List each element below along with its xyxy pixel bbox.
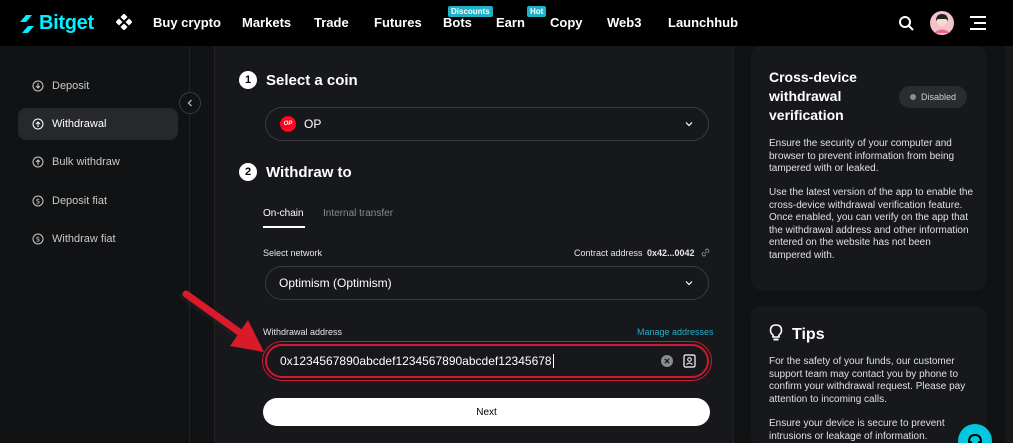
text-cursor xyxy=(552,354,554,368)
red-arrow-annotation xyxy=(179,290,264,352)
svg-text:$: $ xyxy=(36,236,40,244)
sidebar-collapse-button[interactable] xyxy=(179,92,201,114)
nav-futures[interactable]: Futures xyxy=(374,15,422,30)
withdrawal-address-input[interactable]: 0x1234567890abcdef1234567890abcdef123456… xyxy=(265,344,709,378)
withdrawal-icon xyxy=(32,118,44,130)
verification-para-1: Ensure the security of your computer and… xyxy=(769,138,955,174)
nav-markets[interactable]: Markets xyxy=(242,15,291,30)
step-withdraw-to: 2 Withdraw to xyxy=(239,163,352,181)
tips-title: Tips xyxy=(792,326,825,343)
address-book-icon[interactable] xyxy=(683,354,696,368)
logo-text: Bitget xyxy=(39,12,94,34)
svg-text:$: $ xyxy=(36,198,40,206)
sidebar-item-bulk-withdraw[interactable]: Bulk withdraw xyxy=(18,146,178,178)
sidebar-item-withdrawal[interactable]: Withdrawal xyxy=(18,108,178,140)
nav-buy-crypto[interactable]: Buy crypto xyxy=(153,15,221,30)
sidebar-item-label: Withdrawal xyxy=(52,118,107,130)
network-select[interactable]: Optimism (Optimism) xyxy=(265,266,709,300)
active-tab-indicator xyxy=(263,226,305,228)
nav-copy[interactable]: Copy xyxy=(550,15,583,30)
chevron-down-icon xyxy=(685,281,693,286)
nav-bots[interactable]: Bots xyxy=(443,15,472,30)
bulk-withdraw-icon xyxy=(32,156,44,168)
link-icon[interactable] xyxy=(701,248,710,257)
title-line: Cross-device xyxy=(769,69,857,85)
sidebar-item-withdraw-fiat[interactable]: $ Withdraw fiat xyxy=(18,223,178,255)
bitget-logo[interactable]: Bitget xyxy=(18,12,94,35)
bitget-logo-icon xyxy=(20,14,34,33)
sidebar-item-deposit-fiat[interactable]: $ Deposit fiat xyxy=(18,185,178,217)
sidebar-item-label: Withdraw fiat xyxy=(52,233,116,245)
sidebar-item-label: Deposit fiat xyxy=(52,195,108,207)
manage-addresses-link[interactable]: Manage addresses xyxy=(637,327,714,337)
status-text: Disabled xyxy=(920,92,957,102)
step-title: Withdraw to xyxy=(266,163,352,181)
chevron-down-icon xyxy=(685,122,693,127)
sidebar-item-deposit[interactable]: Deposit xyxy=(18,70,178,102)
step-select-coin: 1 Select a coin xyxy=(239,71,358,89)
chevron-left-icon xyxy=(187,99,192,107)
nav-earn[interactable]: Earn xyxy=(496,15,525,30)
hot-badge: Hot xyxy=(527,6,547,17)
network-label: Select network xyxy=(263,248,323,258)
title-line: verification xyxy=(769,107,844,123)
coin-value: OP xyxy=(304,117,322,131)
tab-on-chain[interactable]: On-chain xyxy=(263,208,304,219)
step-number: 1 xyxy=(239,71,257,89)
search-icon[interactable] xyxy=(898,15,914,31)
contract-address-value: 0x42...0042 xyxy=(647,248,695,258)
sidebar: Deposit Withdrawal Bulk withdraw $ Depos… xyxy=(0,46,190,443)
lightbulb-icon xyxy=(769,324,783,341)
status-dot xyxy=(909,94,916,100)
sidebar-item-label: Deposit xyxy=(52,80,90,92)
top-nav: Bitget Buy crypto Markets Trade Futures … xyxy=(0,0,1013,46)
avatar[interactable] xyxy=(930,11,954,35)
tab-internal-transfer[interactable]: Internal transfer xyxy=(323,208,393,219)
verification-para-2: Use the latest version of the app to ena… xyxy=(769,187,974,261)
apps-icon[interactable] xyxy=(116,14,132,30)
coin-select[interactable]: OP OP xyxy=(265,107,709,141)
op-coin-icon: OP xyxy=(280,116,296,132)
page-scrollbar[interactable] xyxy=(1005,46,1013,443)
tips-para-1: For the safety of your funds, our custom… xyxy=(769,356,966,405)
contract-address-label: Contract address xyxy=(574,248,643,258)
clear-icon[interactable] xyxy=(661,355,673,367)
tips-para-2: Ensure your device is secure to prevent … xyxy=(769,418,945,442)
tips-panel: Tips For the safety of your funds, our c… xyxy=(751,306,986,443)
nav-launchhub[interactable]: Launchhub xyxy=(668,15,738,30)
step-title: Select a coin xyxy=(266,71,358,89)
menu-icon[interactable] xyxy=(970,16,986,30)
network-value: Optimism (Optimism) xyxy=(279,276,392,290)
headset-icon xyxy=(968,433,982,443)
step-number: 2 xyxy=(239,163,257,181)
deposit-icon xyxy=(32,80,44,92)
withdraw-form: 1 Select a coin OP OP 2 Withdraw to On-c… xyxy=(214,46,734,443)
deposit-fiat-icon: $ xyxy=(32,195,44,207)
withdraw-fiat-icon: $ xyxy=(32,233,44,245)
next-button[interactable]: Next xyxy=(263,398,710,426)
address-value: 0x1234567890abcdef1234567890abcdef123456… xyxy=(280,354,552,368)
sidebar-item-label: Bulk withdraw xyxy=(52,156,120,168)
panel-title: Cross-device withdrawal verification xyxy=(769,68,857,125)
verification-status-badge[interactable]: Disabled xyxy=(899,86,967,108)
nav-trade[interactable]: Trade xyxy=(314,15,349,30)
cross-device-verification-panel: Cross-device withdrawal verification Dis… xyxy=(751,46,986,290)
title-line: withdrawal xyxy=(769,88,842,104)
nav-web3[interactable]: Web3 xyxy=(607,15,641,30)
